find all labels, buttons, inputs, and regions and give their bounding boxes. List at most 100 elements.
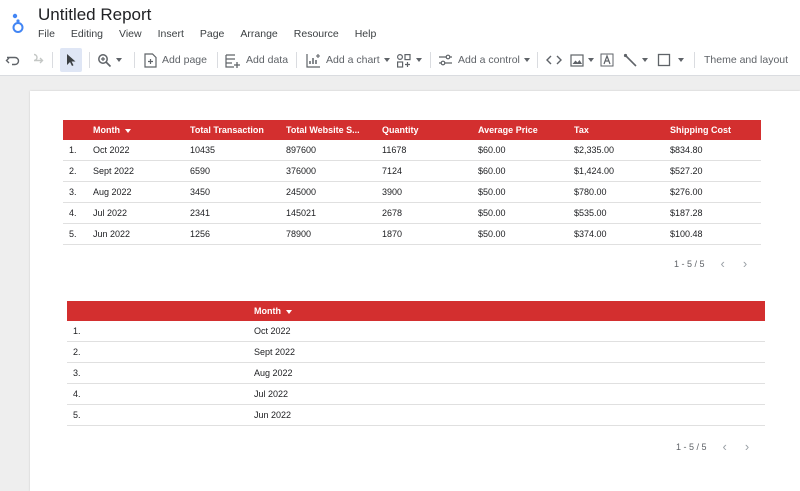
menu-resource[interactable]: Resource <box>294 28 339 40</box>
cell-total-transaction: 1256 <box>190 229 211 239</box>
row-index: 3. <box>73 368 81 378</box>
menu-view[interactable]: View <box>119 28 142 40</box>
column-header-month[interactable]: Month <box>93 125 131 135</box>
table-row[interactable]: 2. Sept 2022 <box>67 342 765 363</box>
add-chart-button[interactable]: Add a chart <box>306 48 390 72</box>
undo-button[interactable] <box>5 48 21 72</box>
table-row[interactable]: 3. Aug 2022 <box>67 363 765 384</box>
data-table-main[interactable]: Month Total Transaction Total Website S.… <box>63 120 761 271</box>
table-body: 1. Oct 2022 2. Sept 2022 3. Aug 2022 4. Jul 202… <box>67 321 765 426</box>
add-data-label: Add data <box>246 54 289 66</box>
previous-page-icon[interactable]: ‹ <box>723 439 727 454</box>
add-control-button[interactable]: Add a control <box>438 48 530 72</box>
zoom-icon <box>98 53 112 67</box>
cell-shipping-cost: $527.20 <box>670 166 703 176</box>
column-header-quantity[interactable]: Quantity <box>382 125 419 135</box>
cell-tax: $1,424.00 <box>574 166 615 176</box>
chart-icon <box>306 53 320 68</box>
cell-month: Oct 2022 <box>254 326 291 336</box>
insert-text-button[interactable] <box>600 48 614 72</box>
embed-code-button[interactable] <box>546 48 562 72</box>
cell-tax: $535.00 <box>574 208 607 218</box>
sort-descending-icon[interactable] <box>125 128 131 133</box>
add-chart-label: Add a chart <box>326 54 380 66</box>
table-row[interactable]: 3. Aug 2022 3450 245000 3900 $50.00 $780.00 $27… <box>63 182 761 203</box>
redo-button[interactable] <box>28 48 44 72</box>
zoom-button[interactable] <box>97 48 122 72</box>
sort-descending-icon[interactable] <box>286 309 292 314</box>
row-index: 2. <box>69 166 77 176</box>
next-page-icon[interactable]: › <box>743 256 747 271</box>
table-row[interactable]: 5. Jun 2022 1256 78900 1870 $50.00 $374.00 $100… <box>63 224 761 245</box>
pagination: 1 - 5 / 5 ‹ › <box>674 256 747 271</box>
community-viz-button[interactable] <box>396 48 422 72</box>
cell-shipping-cost: $276.00 <box>670 187 703 197</box>
report-page[interactable]: Month Total Transaction Total Website S.… <box>30 91 800 491</box>
cell-total-transaction: 10435 <box>190 145 216 155</box>
cell-total-website-sales: 78900 <box>286 229 312 239</box>
looker-studio-logo[interactable] <box>9 12 27 34</box>
add-control-label: Add a control <box>458 54 520 66</box>
column-header-shipping-cost[interactable]: Shipping Cost <box>670 125 731 135</box>
row-index: 5. <box>73 410 81 420</box>
column-header-total-website[interactable]: Total Website S... <box>286 125 360 135</box>
cell-month: Jul 2022 <box>254 389 289 399</box>
report-canvas: Month Total Transaction Total Website S.… <box>0 76 800 491</box>
community-visualization-icon <box>396 53 411 68</box>
menu-file[interactable]: File <box>38 28 55 40</box>
table-header: Month Total Transaction Total Website S.… <box>63 120 761 140</box>
add-data-icon <box>225 53 240 68</box>
table-row[interactable]: 5. Jun 2022 <box>67 405 765 426</box>
undo-icon <box>5 56 20 66</box>
column-header-tax[interactable]: Tax <box>574 125 589 135</box>
code-icon <box>546 55 562 65</box>
toolbar-divider <box>134 52 135 68</box>
shape-icon <box>657 53 671 67</box>
menu-insert[interactable]: Insert <box>158 28 184 40</box>
menu-help[interactable]: Help <box>355 28 377 40</box>
insert-image-button[interactable] <box>570 48 594 72</box>
theme-layout-label: Theme and layout <box>704 54 789 66</box>
title-bar: Untitled Report File Editing View Insert… <box>0 0 800 44</box>
chevron-down-icon <box>116 58 122 62</box>
control-icon <box>439 54 452 65</box>
chevron-down-icon <box>642 58 648 62</box>
cell-total-transaction: 2341 <box>190 208 211 218</box>
data-table-months[interactable]: Month 1. Oct 2022 2. Sept 2022 3. Aug 2022 4. J… <box>67 301 765 454</box>
insert-shape-button[interactable] <box>657 48 684 72</box>
chevron-down-icon <box>678 58 684 62</box>
column-header-total-transaction[interactable]: Total Transaction <box>190 125 264 135</box>
cell-total-transaction: 3450 <box>190 187 211 197</box>
table-row[interactable]: 2. Sept 2022 6590 376000 7124 $60.00 $1,424.00… <box>63 161 761 182</box>
column-header-month[interactable]: Month <box>254 306 292 316</box>
column-header-average-price[interactable]: Average Price <box>478 125 538 135</box>
cell-tax: $2,335.00 <box>574 145 615 155</box>
toolbar-divider <box>52 52 53 68</box>
add-page-button[interactable]: Add page <box>144 48 207 72</box>
select-tool-button[interactable] <box>60 48 82 72</box>
menu-page[interactable]: Page <box>200 28 225 40</box>
cell-shipping-cost: $100.48 <box>670 229 703 239</box>
previous-page-icon[interactable]: ‹ <box>721 256 725 271</box>
table-row[interactable]: 4. Jul 2022 2341 145021 2678 $50.00 $535.00 $18… <box>63 203 761 224</box>
menu-arrange[interactable]: Arrange <box>240 28 277 40</box>
table-row[interactable]: 1. Oct 2022 <box>67 321 765 342</box>
next-page-icon[interactable]: › <box>745 439 749 454</box>
report-title[interactable]: Untitled Report <box>38 5 151 25</box>
insert-line-button[interactable] <box>623 48 648 72</box>
table-header: Month <box>67 301 765 321</box>
menu-editing[interactable]: Editing <box>71 28 103 40</box>
theme-layout-button[interactable]: Theme and layout <box>704 48 788 72</box>
cell-month: Aug 2022 <box>93 187 132 197</box>
cell-month: Sept 2022 <box>93 166 135 176</box>
cell-average-price: $60.00 <box>478 145 506 155</box>
table-row[interactable]: 4. Jul 2022 <box>67 384 765 405</box>
select-pointer-icon <box>67 54 76 66</box>
cell-total-website-sales: 897600 <box>286 145 317 155</box>
add-data-button[interactable]: Add data <box>225 48 288 72</box>
cell-total-website-sales: 245000 <box>286 187 317 197</box>
table-row[interactable]: 1. Oct 2022 10435 897600 11678 $60.00 $2,335.0… <box>63 140 761 161</box>
row-index: 5. <box>69 229 77 239</box>
chevron-down-icon <box>383 58 390 62</box>
pagination-range: 1 - 5 / 5 <box>676 441 707 452</box>
